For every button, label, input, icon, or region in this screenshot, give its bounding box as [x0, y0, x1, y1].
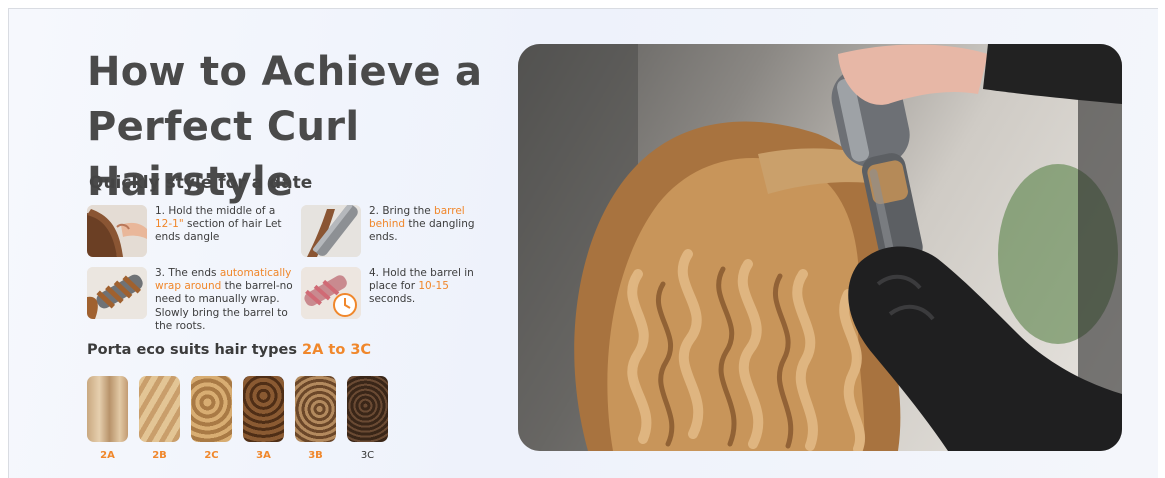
step-4-text: 4. Hold the barrel in place for 10-15 se… [369, 267, 474, 306]
step-4: 4. Hold the barrel in place for 10-15 se… [301, 267, 501, 319]
hero-photo-illustration [518, 44, 1122, 451]
timer-icon [301, 267, 361, 319]
hair-type-3a: 3A [243, 376, 284, 461]
wrap-around-icon [87, 267, 147, 319]
hair-swatch-image [139, 376, 180, 442]
hair-type-list: 2A 2B 2C 3A 3B 3C [87, 376, 388, 461]
hair-type-2b: 2B [139, 376, 180, 461]
subtitle: Quickly style for a date [89, 173, 313, 193]
step-1: 1. Hold the middle of a 12-1" section of… [87, 205, 287, 257]
hair-type-2c: 2C [191, 376, 232, 461]
hand-hold-hair-icon [87, 205, 147, 257]
hair-swatch-image [347, 376, 388, 442]
title-line-2: Perfect Curl Hairstyle [87, 104, 360, 205]
step-3: 3. The ends automatically wrap around th… [87, 267, 297, 333]
hair-swatch-image [191, 376, 232, 442]
hair-type-2a: 2A [87, 376, 128, 461]
hair-type-3c: 3C [347, 376, 388, 461]
hair-type-3b: 3B [295, 376, 336, 461]
step-2: 2. Bring the barrel behind the dangling … [301, 205, 501, 257]
hair-swatch-image [87, 376, 128, 442]
step-2-text: 2. Bring the barrel behind the dangling … [369, 205, 475, 244]
hair-types-heading: Porta eco suits hair types 2A to 3C [87, 342, 372, 358]
hair-swatch-image [243, 376, 284, 442]
barrel-behind-icon [301, 205, 361, 257]
title-line-1: How to Achieve a [87, 49, 483, 95]
hair-swatch-image [295, 376, 336, 442]
step-1-text: 1. Hold the middle of a 12-1" section of… [155, 205, 282, 244]
hero-photo [518, 44, 1122, 451]
step-3-text: 3. The ends automatically wrap around th… [155, 267, 293, 332]
promo-banner: How to Achieve a Perfect Curl Hairstyle … [8, 8, 1158, 478]
